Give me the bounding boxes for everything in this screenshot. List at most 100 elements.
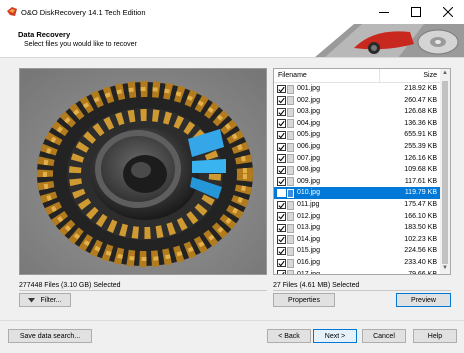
file-name: 009.jpg (297, 177, 320, 185)
checkmark-icon (278, 167, 285, 174)
cancel-button-label: Cancel (373, 332, 395, 340)
row-checkbox[interactable] (277, 246, 286, 256)
preview-button-label: Preview (411, 296, 436, 304)
checkmark-icon (278, 248, 285, 255)
column-divider (379, 69, 380, 83)
table-row[interactable]: 011.jpg 175.47 KB (274, 199, 441, 211)
window-title: O&O DiskRecovery 14.1 Tech Edition (21, 8, 146, 17)
selected-files-status: 27 Files (4.61 MB) Selected (273, 282, 360, 289)
checkmark-icon (278, 225, 285, 232)
row-checkbox[interactable] (277, 188, 286, 198)
file-list[interactable]: Filename Size 001.jpg 218.92 KB 002.jpg 260… (273, 68, 451, 275)
back-button[interactable]: < Back (267, 329, 311, 343)
table-row[interactable]: 015.jpg 224.56 KB (274, 245, 441, 257)
file-size: 79.66 KB (408, 270, 437, 275)
file-size: 218.92 KB (404, 85, 437, 92)
table-row[interactable]: 004.jpg 136.36 KB (274, 118, 441, 130)
row-checkbox[interactable] (277, 165, 286, 175)
table-row[interactable]: 014.jpg 102.23 KB (274, 234, 441, 246)
status-divider-right (273, 290, 451, 291)
checkmark-icon (278, 132, 285, 139)
table-row[interactable]: 013.jpg 183.50 KB (274, 222, 441, 234)
row-checkbox[interactable] (277, 270, 286, 274)
checkmark-icon (278, 179, 285, 185)
table-row[interactable]: 007.jpg 126.16 KB (274, 153, 441, 165)
help-button[interactable]: Help (413, 329, 457, 343)
scrollbar-thumb[interactable] (442, 81, 448, 264)
table-row[interactable]: 006.jpg 255.39 KB (274, 141, 441, 153)
image-preview (19, 68, 267, 275)
preview-button[interactable]: Preview (396, 293, 451, 307)
file-icon (287, 119, 294, 129)
file-name: 013.jpg (297, 224, 320, 232)
minimize-icon (379, 12, 389, 13)
row-checkbox[interactable] (277, 235, 286, 244)
row-checkbox[interactable] (277, 177, 286, 186)
file-icon (287, 107, 294, 117)
filter-dropdown-icon (28, 297, 36, 302)
minimize-button[interactable] (368, 0, 400, 24)
table-row[interactable]: 010.jpg 119.79 KB (274, 187, 441, 199)
close-button[interactable] (432, 0, 464, 24)
footer-divider (0, 320, 464, 321)
column-header-size[interactable]: Size (423, 72, 437, 79)
row-checkbox[interactable] (277, 223, 286, 233)
title-bar: O&O DiskRecovery 14.1 Tech Edition (0, 0, 464, 24)
file-icon (287, 188, 294, 198)
table-row[interactable]: 016.jpg 233.40 KB (274, 257, 441, 269)
table-row[interactable]: 017.jpg 79.66 KB (274, 269, 441, 275)
file-icon (287, 130, 294, 140)
file-size: 224.56 KB (404, 247, 437, 255)
properties-button[interactable]: Properties (273, 293, 335, 307)
table-row[interactable]: 003.jpg 126.68 KB (274, 106, 441, 118)
table-row[interactable]: 009.jpg 117.61 KB (274, 176, 441, 188)
checkmark-icon (278, 202, 285, 208)
checkmark-icon (278, 237, 285, 243)
file-icon (287, 235, 294, 245)
checkmark-icon (278, 109, 285, 116)
file-name: 002.jpg (297, 96, 320, 104)
row-checkbox[interactable] (277, 107, 286, 117)
checkmark-icon (278, 260, 285, 266)
file-size: 126.16 KB (404, 154, 437, 162)
row-checkbox[interactable] (277, 258, 286, 267)
maximize-icon (411, 7, 421, 17)
checkmark-icon (278, 144, 285, 150)
table-row[interactable]: 001.jpg 218.92 KB (274, 83, 441, 95)
row-checkbox[interactable] (277, 154, 286, 163)
page-title: Data Recovery (18, 30, 71, 39)
checkmark-icon (278, 156, 285, 162)
wizard-header: Data Recovery Select files you would lik… (0, 24, 464, 58)
file-size: 136.36 KB (404, 119, 437, 127)
row-checkbox[interactable] (277, 130, 286, 140)
file-rows: 001.jpg 218.92 KB 002.jpg 260.47 KB 003.jpg 1… (274, 83, 441, 275)
file-size: 117.61 KB (404, 177, 437, 185)
cancel-button[interactable]: Cancel (362, 329, 406, 343)
table-row[interactable]: 005.jpg 655.91 KB (274, 129, 441, 141)
scroll-up-icon[interactable]: ▲ (442, 70, 448, 76)
table-row[interactable]: 012.jpg 166.10 KB (274, 211, 441, 223)
row-checkbox[interactable] (277, 142, 286, 152)
list-header: Filename Size (274, 69, 441, 83)
next-button[interactable]: Next > (313, 329, 357, 343)
file-icon (287, 258, 294, 268)
list-scrollbar[interactable]: ▲ ▼ (440, 69, 450, 274)
row-checkbox[interactable] (277, 119, 286, 128)
row-checkbox[interactable] (277, 200, 286, 210)
back-button-label: < Back (278, 332, 300, 340)
maximize-button[interactable] (400, 0, 432, 24)
table-row[interactable]: 008.jpg 109.68 KB (274, 164, 441, 176)
file-name: 010.jpg (297, 189, 320, 197)
scroll-down-icon[interactable]: ▼ (442, 265, 448, 271)
column-header-filename[interactable]: Filename (278, 72, 307, 79)
row-checkbox[interactable] (277, 96, 286, 105)
filter-button[interactable]: Filter... (19, 293, 71, 307)
row-checkbox[interactable] (277, 84, 286, 94)
save-data-search-button[interactable]: Save data search... (8, 329, 92, 343)
file-size: 102.23 KB (404, 235, 437, 243)
table-row[interactable]: 002.jpg 260.47 KB (274, 95, 441, 107)
row-checkbox[interactable] (277, 212, 286, 221)
file-icon (287, 200, 294, 210)
file-icon (287, 270, 294, 274)
file-name: 004.jpg (297, 119, 320, 127)
